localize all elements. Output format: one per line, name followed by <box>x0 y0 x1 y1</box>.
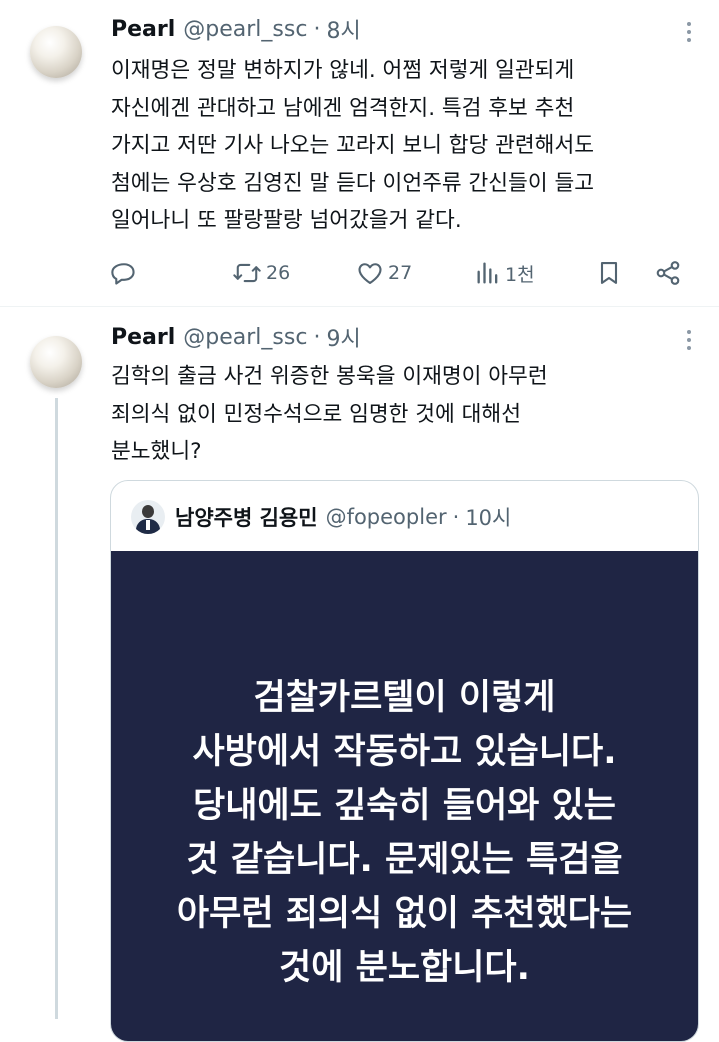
author-handle[interactable]: @pearl_ssc <box>183 325 307 350</box>
timestamp[interactable]: 9시 <box>326 321 360 353</box>
author-name[interactable]: Pearl <box>111 325 175 350</box>
quoted-image[interactable]: 검찰카르텔이 이렇게 사방에서 작동하고 있습니다. 당내에도 깊숙히 들어와 … <box>111 551 698 1041</box>
separator: · <box>452 505 460 529</box>
separator: · <box>313 16 321 42</box>
tweet-text-line: 자신에겐 관대하고 남에겐 엄격한지. 특검 후보 추천 <box>111 95 575 121</box>
retweet-icon <box>233 263 261 283</box>
retweet-button[interactable]: 26 <box>232 256 290 290</box>
bookmark-icon <box>600 262 618 284</box>
views-icon <box>477 262 498 284</box>
reply-icon <box>111 263 135 285</box>
more-icon[interactable] <box>687 22 693 42</box>
image-text-line: 것에 분노합니다. <box>279 948 530 988</box>
quoted-avatar <box>131 500 165 534</box>
views-count: 1천 <box>505 263 535 286</box>
bookmark-button[interactable] <box>596 256 622 290</box>
tweet[interactable]: Pearl @pearl_ssc · 8시 이재명은 정말 변하지가 않네. 어… <box>0 0 719 307</box>
avatar[interactable] <box>30 26 82 78</box>
share-button[interactable] <box>654 256 682 290</box>
like-icon <box>358 263 382 284</box>
like-button[interactable]: 27 <box>356 256 412 290</box>
retweet-count: 26 <box>266 262 291 284</box>
tweet-text-line: 죄의식 없이 민정수석으로 임명한 것에 대해선 <box>111 401 521 427</box>
quoted-tweet[interactable]: 남양주병 김용민 @fopeopler · 10시 검찰카르텔이 이렇게 사방에… <box>110 480 699 1042</box>
share-icon <box>656 261 680 285</box>
image-text-line: 사방에서 작동하고 있습니다. <box>192 732 617 772</box>
reply-button[interactable] <box>110 256 142 290</box>
quoted-author-handle: @fopeopler <box>325 505 447 529</box>
image-text-line: 것 같습니다. 문제있는 특검을 <box>186 840 623 880</box>
quoted-author-name: 남양주병 김용민 <box>175 506 318 530</box>
tweet-text-line: 가지고 저딴 기사 나오는 꼬라지 보니 합당 관련해서도 <box>111 133 595 158</box>
author-name[interactable]: Pearl <box>111 17 175 42</box>
tweet-header: Pearl @pearl_ssc · 9시 <box>111 320 361 354</box>
tweet-text: 김학의 출금 사건 위증한 봉욱을 이재명이 아무런 죄의식 없이 민정수석으로… <box>111 358 701 471</box>
avatar[interactable] <box>30 336 82 388</box>
action-bar: 26 27 1천 <box>0 256 719 290</box>
quoted-tweet-header: 남양주병 김용민 @fopeopler · 10시 <box>131 499 511 535</box>
author-handle[interactable]: @pearl_ssc <box>183 17 307 42</box>
timestamp[interactable]: 8시 <box>326 13 360 45</box>
separator: · <box>313 324 321 350</box>
tweet-text-line: 일어나니 또 팔랑팔랑 넘어갔을거 같다. <box>111 208 462 233</box>
tweet-text-line: 분노했니? <box>111 439 202 464</box>
like-count: 27 <box>388 262 413 284</box>
quoted-timestamp: 10시 <box>465 506 512 530</box>
image-text-line: 검찰카르텔이 이렇게 <box>253 678 556 718</box>
views-button[interactable]: 1천 <box>475 256 535 290</box>
more-icon[interactable] <box>687 330 693 350</box>
tweet-text: 이재명은 정말 변하지가 않네. 어쩜 저렇게 일관되게 자신에겐 관대하고 남… <box>111 52 701 240</box>
tweet-text-line: 첨에는 우상호 김영진 말 듣다 이언주류 간신들이 들고 <box>111 170 595 196</box>
tweet-text-line: 김학의 출금 사건 위증한 봉욱을 이재명이 아무런 <box>111 364 548 389</box>
image-text-line: 당내에도 깊숙히 들어와 있는 <box>193 786 616 826</box>
thread-line <box>55 398 58 1019</box>
quoted-image-text: 검찰카르텔이 이렇게 사방에서 작동하고 있습니다. 당내에도 깊숙히 들어와 … <box>111 671 698 995</box>
tweet-header: Pearl @pearl_ssc · 8시 <box>111 12 361 46</box>
image-text-line: 아무런 죄의식 없이 추천했다는 <box>176 894 633 934</box>
tweet-text-line: 이재명은 정말 변하지가 않네. 어쩜 저렇게 일관되게 <box>111 58 575 83</box>
